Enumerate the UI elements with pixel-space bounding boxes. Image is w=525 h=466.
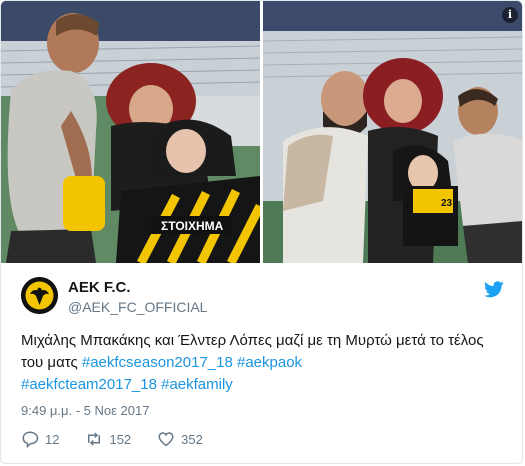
- retweet-count: 152: [109, 431, 132, 447]
- hashtag-link[interactable]: #aekpaok: [237, 354, 302, 371]
- svg-text:ΣΤΟΙΧΗΜΑ: ΣΤΟΙΧΗΜΑ: [161, 219, 224, 233]
- retweet-button[interactable]: 152: [85, 430, 131, 448]
- photo-right[interactable]: 23 i: [263, 1, 522, 263]
- hashtag-link[interactable]: #aekfcseason2017_18: [82, 354, 233, 371]
- hashtag-link[interactable]: #aekfamily: [161, 376, 233, 393]
- svg-text:23: 23: [441, 198, 453, 209]
- tweet-text: Μιχάλης Μπακάκης και Έλντερ Λόπες μαζί μ…: [21, 330, 501, 396]
- photo-left-image: ΣΤΟΙΧΗΜΑ: [1, 1, 260, 263]
- aek-crest-icon: [21, 277, 58, 314]
- like-button[interactable]: 352: [157, 430, 203, 448]
- twitter-bird-icon[interactable]: [484, 281, 504, 298]
- photo-left[interactable]: ΣΤΟΙΧΗΜΑ: [1, 1, 260, 263]
- reply-icon: [22, 431, 39, 448]
- tweet-card: ΣΤΟΙΧΗΜΑ 23 i AEK F.C. @AEK_FC_OFFICIAL …: [0, 0, 523, 464]
- heart-icon: [158, 432, 174, 447]
- display-name[interactable]: AEK F.C.: [68, 279, 131, 296]
- tweet-actions: 12 152 352: [21, 429, 229, 449]
- info-icon[interactable]: i: [502, 7, 518, 23]
- reply-button[interactable]: 12: [21, 430, 59, 448]
- retweet-icon: [88, 432, 101, 446]
- hashtag-link[interactable]: #aekfcteam2017_18: [21, 376, 157, 393]
- avatar[interactable]: [21, 277, 58, 314]
- screen-name[interactable]: @AEK_FC_OFFICIAL: [68, 299, 207, 315]
- reply-count: 12: [45, 431, 60, 447]
- like-count: 352: [181, 431, 203, 447]
- tweet-header: AEK F.C. @AEK_FC_OFFICIAL: [21, 277, 504, 321]
- timestamp-link[interactable]: 9:49 μ.μ. - 5 Νοε 2017: [21, 403, 149, 418]
- photo-right-image: 23: [263, 1, 522, 263]
- media-grid: ΣΤΟΙΧΗΜΑ 23 i: [1, 1, 522, 263]
